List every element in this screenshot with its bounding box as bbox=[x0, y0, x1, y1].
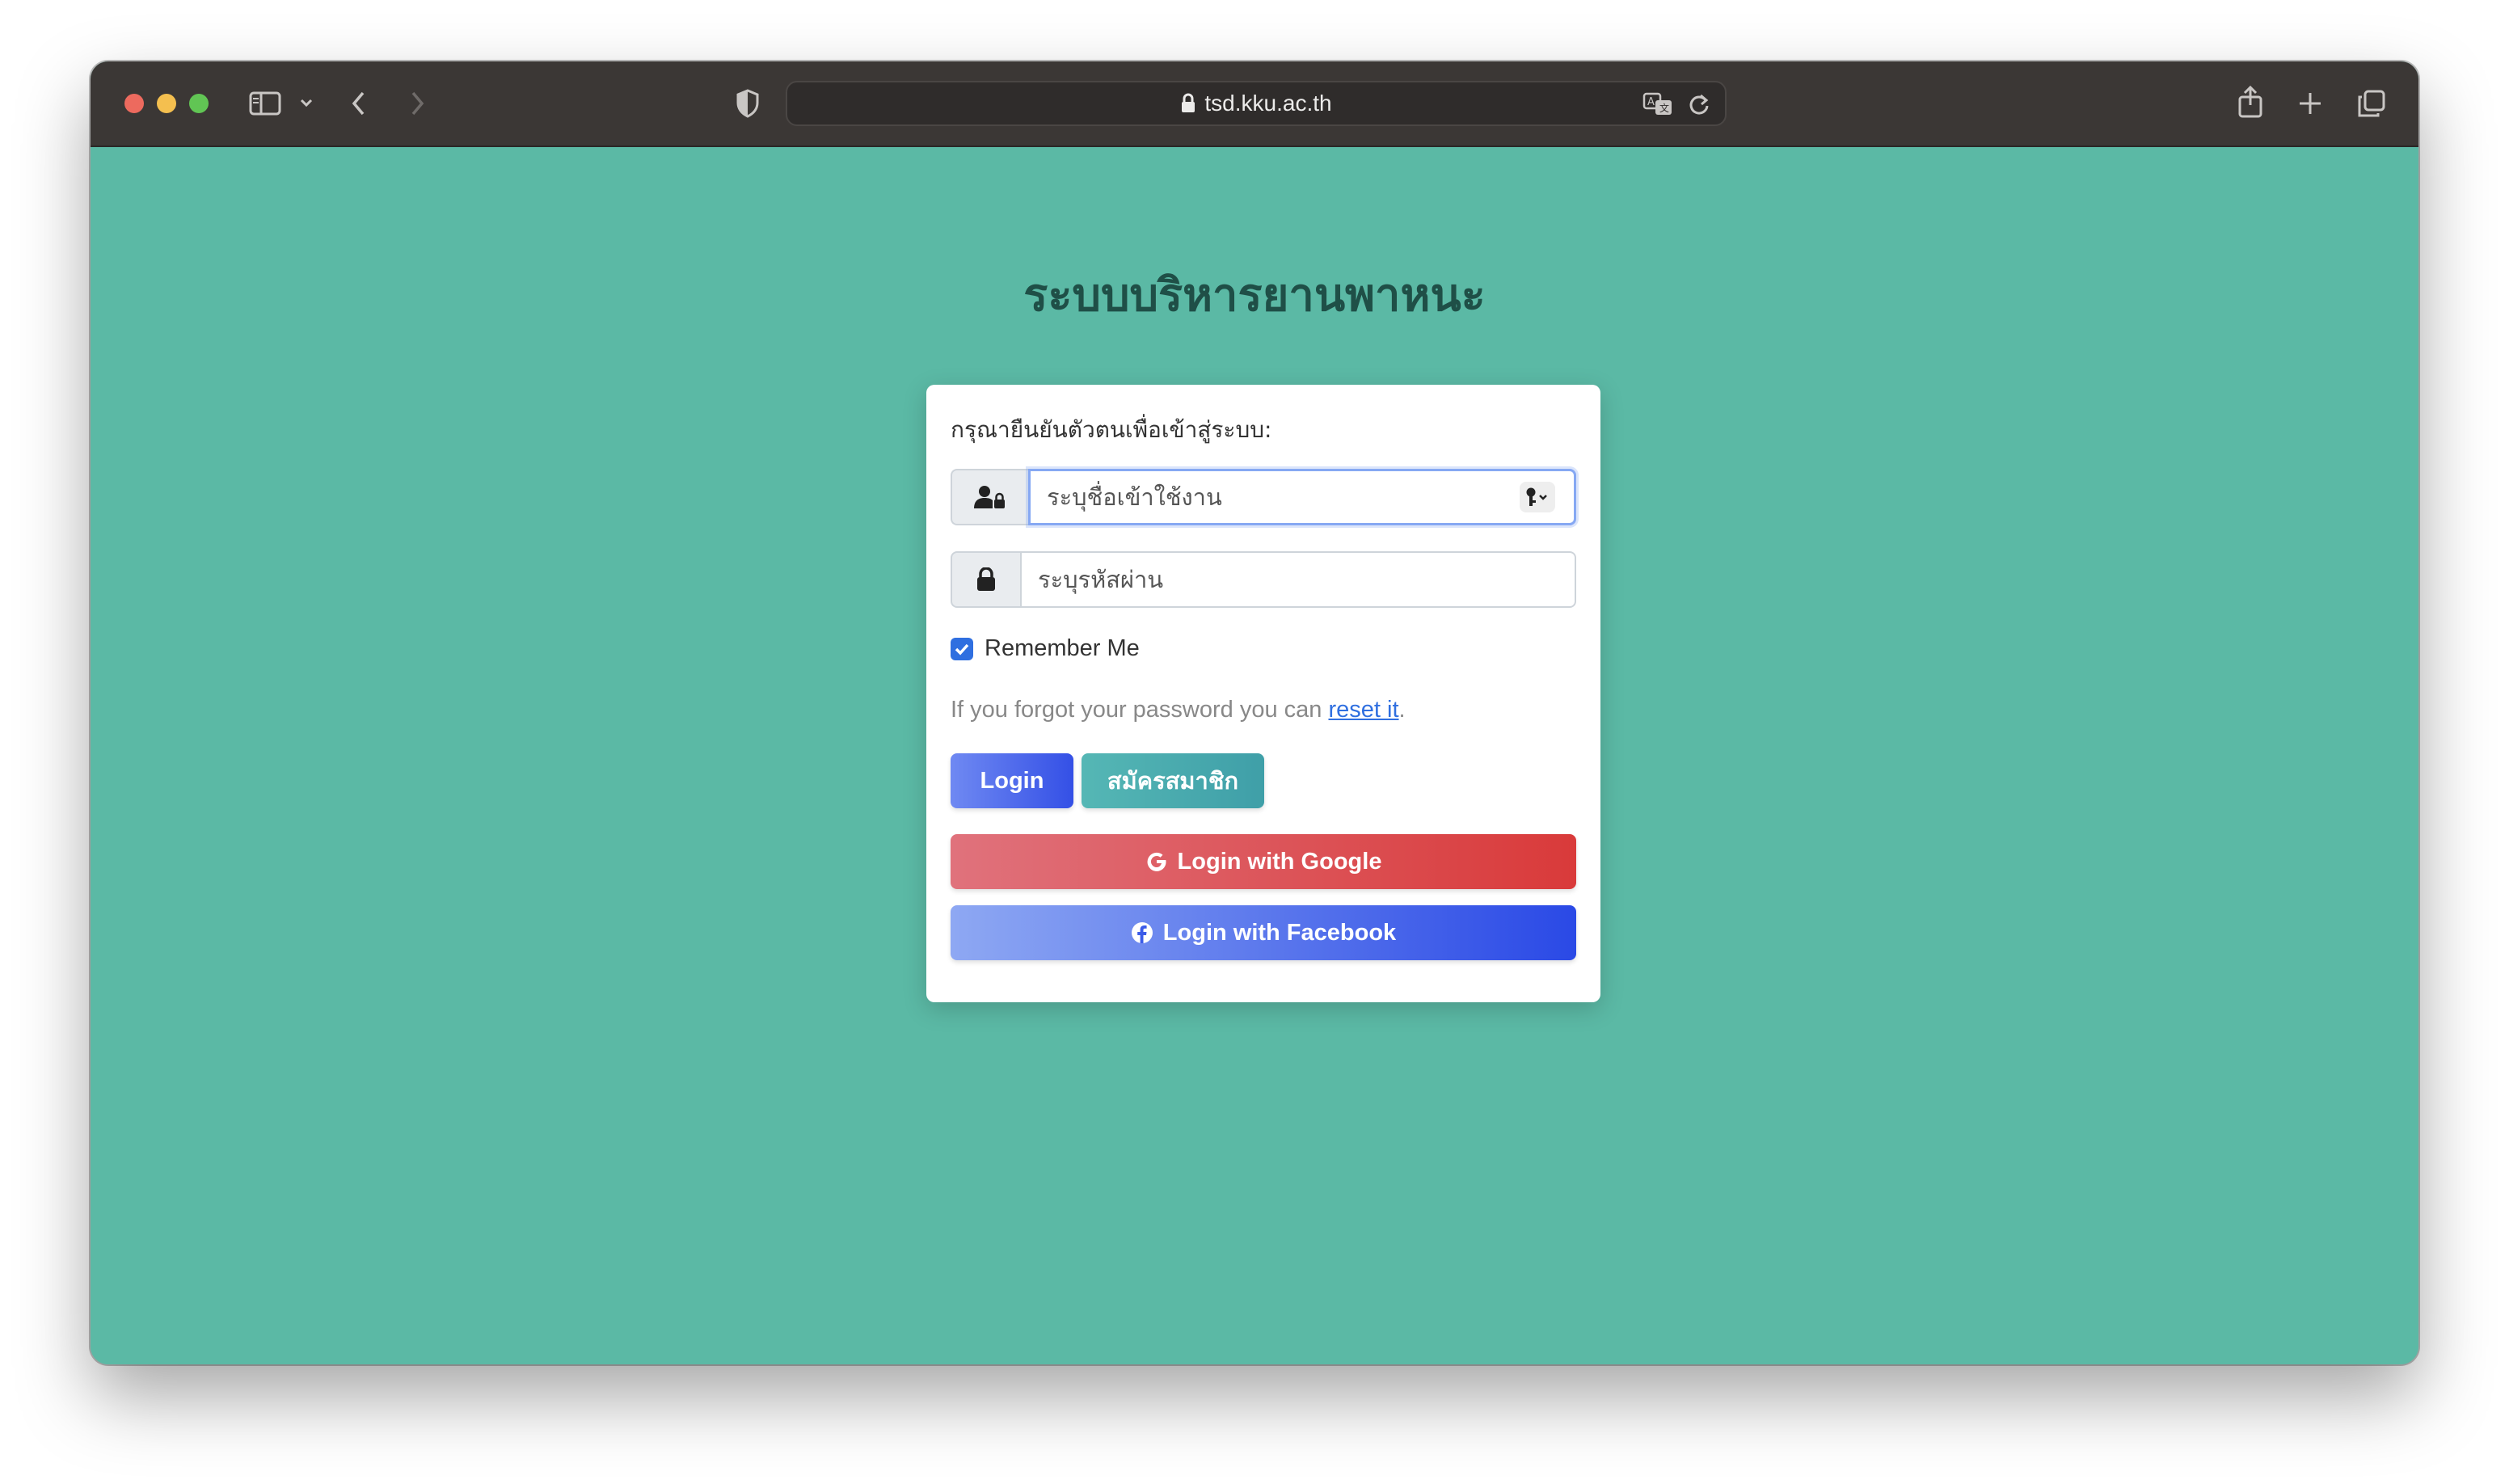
forward-icon[interactable] bbox=[409, 91, 425, 116]
svg-text:A: A bbox=[1647, 96, 1655, 108]
new-tab-icon[interactable] bbox=[2297, 91, 2323, 116]
back-icon[interactable] bbox=[351, 91, 367, 116]
google-button-label: Login with Google bbox=[1177, 848, 1382, 875]
page-content: ระบบบริหารยานพาหนะ กรุณายืนยันตัวตนเพื่อ… bbox=[91, 147, 2418, 1364]
share-icon[interactable] bbox=[2237, 86, 2263, 118]
forgot-suffix: . bbox=[1398, 697, 1406, 723]
zoom-window-button[interactable] bbox=[189, 94, 209, 113]
chevron-down-icon[interactable] bbox=[299, 97, 314, 108]
remember-label: Remember Me bbox=[985, 635, 1140, 661]
register-button-label: สมัครสมาชิก bbox=[1107, 769, 1239, 795]
login-card: กรุณายืนยันตัวตนเพื่อเข้าสู่ระบบ: ระบุชื… bbox=[926, 385, 1600, 1002]
facebook-button-label: Login with Facebook bbox=[1162, 919, 1397, 946]
key-icon[interactable] bbox=[1520, 482, 1555, 512]
browser-toolbar: tsd.kku.ac.th A文 bbox=[91, 61, 2418, 147]
remember-checkbox[interactable] bbox=[951, 637, 973, 660]
minimize-window-button[interactable] bbox=[157, 94, 176, 113]
check-icon bbox=[955, 643, 969, 656]
register-button[interactable]: สมัครสมาชิก bbox=[1082, 753, 1264, 808]
sidebar-icon[interactable] bbox=[249, 91, 281, 116]
login-prompt: กรุณายืนยันตัวตนเพื่อเข้าสู่ระบบ: bbox=[951, 416, 1272, 443]
password-group bbox=[951, 551, 1576, 608]
reset-password-link[interactable]: reset it bbox=[1328, 697, 1398, 723]
remember-me[interactable]: Remember Me bbox=[951, 635, 1140, 662]
login-button-label: Login bbox=[980, 767, 1044, 794]
google-icon bbox=[1145, 850, 1168, 873]
address-bar[interactable]: tsd.kku.ac.th A文 bbox=[786, 81, 1727, 126]
login-button[interactable]: Login bbox=[951, 753, 1073, 808]
login-facebook-button[interactable]: Login with Facebook bbox=[951, 905, 1576, 960]
translate-icon[interactable]: A文 bbox=[1642, 92, 1673, 116]
lock-icon bbox=[951, 551, 1020, 608]
shield-icon[interactable] bbox=[736, 89, 760, 118]
browser-window: tsd.kku.ac.th A文 ระบบบริหารยานพาหนะ กรุณ… bbox=[91, 61, 2418, 1364]
page-title: ระบบบริหารยานพาหนะ bbox=[1023, 269, 1486, 322]
close-window-button[interactable] bbox=[124, 94, 144, 113]
username-group bbox=[951, 469, 1576, 525]
lock-icon bbox=[1180, 93, 1196, 114]
facebook-icon bbox=[1131, 921, 1153, 944]
user-lock-icon bbox=[951, 469, 1028, 525]
password-input[interactable] bbox=[1020, 551, 1576, 608]
tabs-icon[interactable] bbox=[2357, 89, 2386, 118]
reload-icon[interactable] bbox=[1688, 93, 1710, 116]
username-input[interactable] bbox=[1028, 469, 1576, 525]
forgot-text: If you forgot your password you can bbox=[951, 697, 1329, 723]
url-text: tsd.kku.ac.th bbox=[1204, 91, 1332, 116]
svg-text:文: 文 bbox=[1659, 102, 1669, 114]
login-google-button[interactable]: Login with Google bbox=[951, 834, 1576, 889]
forgot-password-text: If you forgot your password you can rese… bbox=[951, 697, 1406, 723]
